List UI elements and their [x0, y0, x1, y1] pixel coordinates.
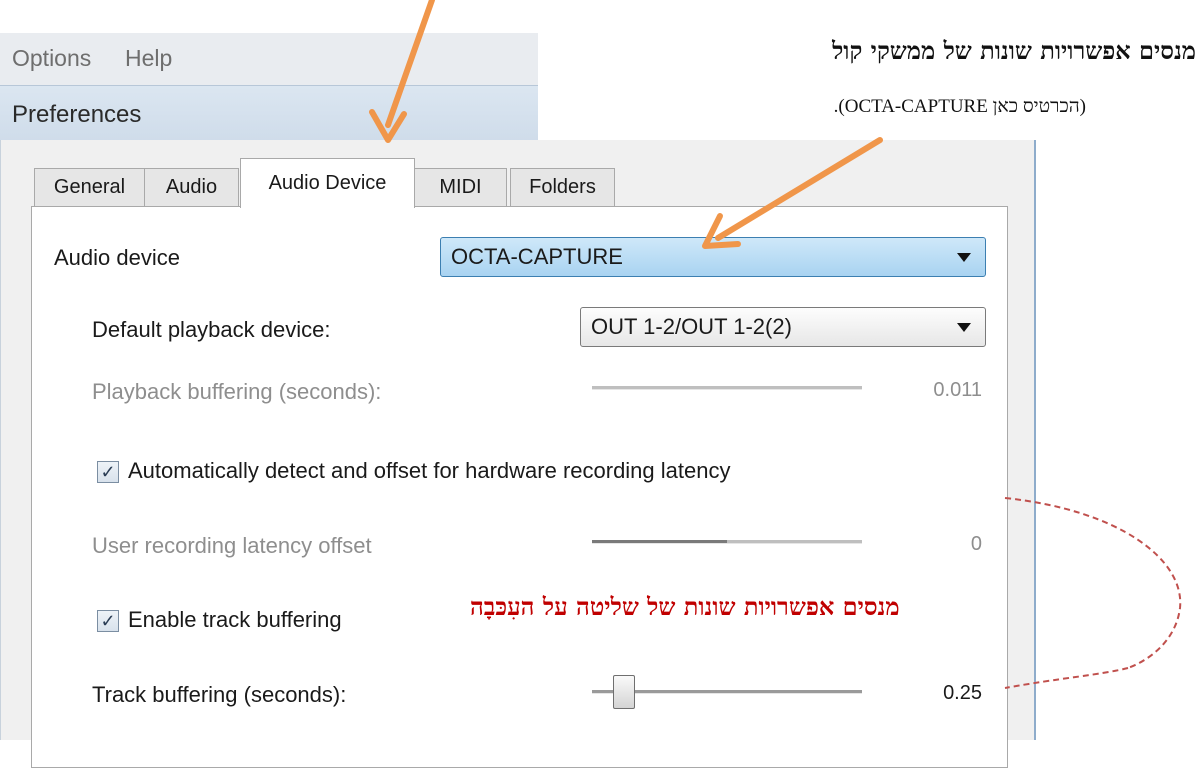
arrow-to-audio-device-select: [715, 137, 883, 241]
annotation-overlay: [369, 0, 1182, 689]
arrow-to-audio-device-tab: [385, 0, 435, 128]
dashed-callout-upper: [1004, 497, 1182, 669]
dashed-callout-lower: [1004, 667, 1129, 689]
tab-audio-device[interactable]: Audio Device: [240, 158, 415, 208]
